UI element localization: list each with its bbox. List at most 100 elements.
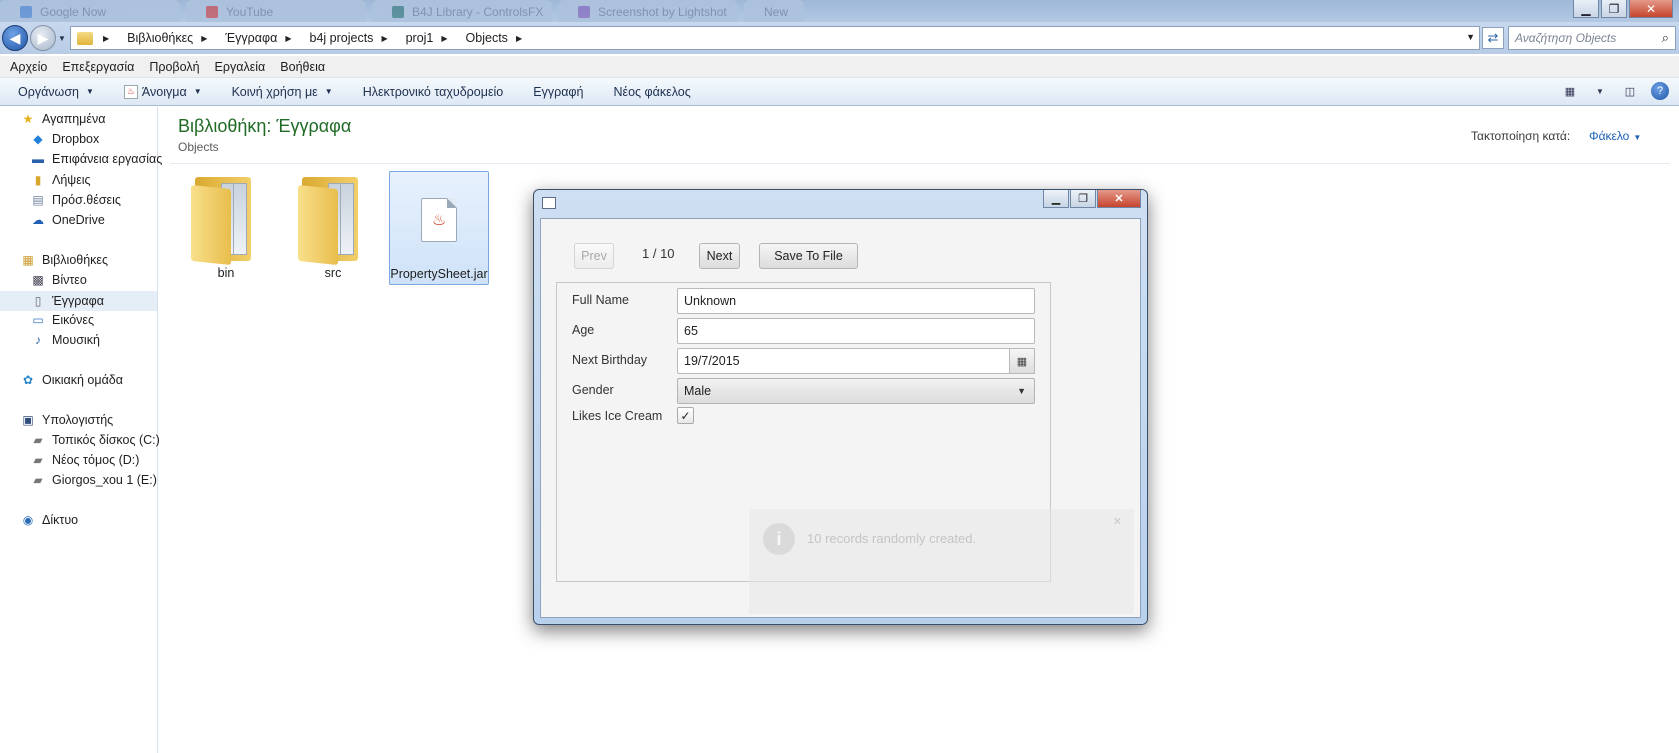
breadcrumb-root-arrow[interactable]: ▶	[103, 34, 117, 43]
chevron-down-icon: ▼	[324, 87, 333, 96]
history-dropdown-icon[interactable]: ▼	[58, 34, 66, 43]
sidebar-item-onedrive[interactable]: ☁ OneDrive	[30, 213, 105, 227]
arrange-by-label: Τακτοποίηση κατά:	[1471, 129, 1571, 143]
save-to-file-button[interactable]: Save To File	[759, 243, 858, 269]
next-birthday-field[interactable]: 19/7/2015 ▦	[677, 348, 1035, 374]
page-subtitle: Objects	[178, 140, 219, 154]
breadcrumb-proj1[interactable]: proj1 ▶	[406, 31, 456, 45]
star-icon: ★	[22, 112, 34, 126]
menu-edit[interactable]: Επεξεργασία	[62, 60, 134, 74]
burn-button[interactable]: Εγγραφή	[533, 85, 583, 99]
age-label: Age	[572, 323, 595, 337]
full-name-field[interactable]: Unknown	[677, 288, 1035, 314]
homegroup-icon: ✿	[22, 373, 34, 387]
next-button[interactable]: Next	[699, 243, 740, 269]
picture-icon: ▭	[32, 313, 44, 327]
dialog-content: Prev 1 / 10 Next Save To File Full Name …	[540, 218, 1141, 618]
hard-drive-icon: ▰	[33, 473, 43, 487]
sidebar-item-videos[interactable]: ▩ Βίντεο	[30, 273, 87, 287]
search-icon[interactable]: ⌕	[1662, 30, 1669, 46]
sidebar-item-desktop[interactable]: ▬ Επιφάνεια εργασίας	[30, 152, 162, 166]
desktop-icon: ▬	[32, 152, 44, 166]
email-button[interactable]: Ηλεκτρονικό ταχυδρομείο	[363, 85, 504, 99]
preview-pane-icon[interactable]: ◫	[1621, 82, 1639, 100]
sidebar-item-music[interactable]: ♪ Μουσική	[30, 333, 100, 347]
sidebar-item-documents[interactable]: ▯ Έγγραφα	[0, 291, 157, 311]
calendar-icon[interactable]: ▦	[1009, 348, 1035, 374]
address-bar[interactable]: ▶ Βιβλιοθήκες ▶ Έγγραφα ▶ b4j projects ▶ pr…	[70, 26, 1480, 50]
window-controls: ▁ ❐ ✕	[1573, 0, 1673, 18]
menu-file[interactable]: Αρχείο	[10, 60, 47, 74]
tab-favicon	[206, 6, 218, 18]
sidebar-item-computer[interactable]: ▣ Υπολογιστής	[20, 413, 113, 427]
tab-new[interactable]: New	[744, 0, 804, 24]
hard-drive-icon: ▰	[33, 453, 43, 467]
sidebar-item-homegroup[interactable]: ✿ Οικιακή ομάδα	[20, 373, 123, 387]
search-input[interactable]: Αναζήτηση Objects ⌕	[1508, 26, 1676, 50]
file-item-src[interactable]: src	[283, 171, 383, 285]
breadcrumb-libraries[interactable]: Βιβλιοθήκες ▶	[127, 31, 215, 45]
gender-value: Male	[684, 384, 712, 398]
forward-button[interactable]: ▶	[30, 25, 56, 51]
sidebar-item-downloads[interactable]: ▮ Λήψεις	[30, 173, 91, 187]
dialog-close-button[interactable]: ✕	[1097, 190, 1141, 208]
close-button[interactable]: ✕	[1629, 0, 1673, 18]
prev-button[interactable]: Prev	[574, 243, 614, 269]
tab-google-now[interactable]: Google Now	[0, 0, 180, 24]
menu-tools[interactable]: Εργαλεία	[215, 60, 266, 74]
help-icon[interactable]: ?	[1651, 82, 1669, 100]
gender-select[interactable]: Male ▼	[677, 378, 1035, 404]
age-field[interactable]: 65	[677, 318, 1035, 344]
likes-ice-cream-checkbox[interactable]: ✓	[677, 407, 694, 424]
breadcrumb-documents[interactable]: Έγγραφα ▶	[225, 31, 299, 45]
new-folder-button[interactable]: Νέος φάκελος	[613, 85, 690, 99]
chevron-down-icon: ▼	[1017, 386, 1026, 396]
file-item-bin[interactable]: bin	[176, 171, 276, 285]
libraries-icon: ▦	[22, 253, 34, 267]
chevron-down-icon: ▼	[1633, 133, 1642, 142]
notification-text: 10 records randomly created.	[807, 531, 977, 546]
property-sheet-window: ▁ ❐ ✕ Prev 1 / 10 Next Save To File Full…	[533, 189, 1148, 625]
sidebar-item-pictures[interactable]: ▭ Εικόνες	[30, 313, 94, 327]
arrange-by-dropdown[interactable]: Φάκελο ▼	[1589, 129, 1641, 143]
music-note-icon: ♪	[35, 333, 41, 347]
sidebar-item-recent[interactable]: ▤ Πρόσ.θέσεις	[30, 193, 121, 207]
address-dropdown-icon[interactable]: ▼	[1466, 32, 1475, 42]
organize-button[interactable]: Οργάνωση ▼	[18, 85, 94, 99]
dialog-maximize-button[interactable]: ❐	[1070, 190, 1096, 208]
next-birthday-label: Next Birthday	[572, 353, 648, 367]
downloads-folder-icon: ▮	[34, 173, 42, 187]
refresh-icon[interactable]: ⇄	[1482, 27, 1504, 49]
menu-view[interactable]: Προβολή	[149, 60, 199, 74]
folder-icon	[77, 31, 93, 45]
sidebar-item-drive-c[interactable]: ▰ Τοπικός δίσκος (C:)	[30, 433, 159, 447]
close-icon[interactable]: ✕	[1113, 515, 1122, 528]
menu-bar: Αρχείο Επεξεργασία Προβολή Εργαλεία Βοήθ…	[0, 56, 1679, 78]
page-title: Βιβλιοθήκη: Έγγραφα	[178, 116, 352, 136]
share-button[interactable]: Κοινή χρήση με ▼	[232, 85, 333, 99]
tab-lightshot[interactable]: Screenshot by Lightshot	[558, 0, 738, 24]
tab-favicon	[578, 6, 590, 18]
breadcrumb-objects[interactable]: Objects ▶	[466, 31, 531, 45]
sidebar-item-libraries[interactable]: ▦ Βιβλιοθήκες	[20, 253, 108, 267]
view-options-chevron-icon[interactable]: ▼	[1591, 82, 1609, 100]
tab-b4j-library[interactable]: B4J Library - ControlsFX	[372, 0, 552, 24]
dialog-minimize-button[interactable]: ▁	[1043, 190, 1069, 208]
change-view-icon[interactable]: ▦	[1561, 82, 1579, 100]
file-item-propertysheet-jar[interactable]: ♨ PropertySheet.jar	[389, 171, 489, 285]
sidebar-item-drive-e[interactable]: ▰ Giorgos_xou 1 (E:)	[30, 473, 157, 487]
sidebar-item-favorites[interactable]: ★ Αγαπημένα	[20, 112, 106, 126]
maximize-button[interactable]: ❐	[1601, 0, 1627, 18]
computer-icon: ▣	[22, 413, 34, 427]
back-button[interactable]: ◀	[2, 25, 28, 51]
sidebar-item-dropbox[interactable]: ◆ Dropbox	[30, 132, 99, 146]
gender-label: Gender	[572, 383, 614, 397]
breadcrumb-b4j-projects[interactable]: b4j projects ▶	[310, 31, 396, 45]
tab-youtube[interactable]: YouTube	[186, 0, 366, 24]
menu-help[interactable]: Βοήθεια	[280, 60, 325, 74]
open-button[interactable]: ♨ Άνοιγμα ▼	[123, 84, 202, 99]
sidebar-item-drive-d[interactable]: ▰ Νέος τόμος (D:)	[30, 453, 139, 467]
minimize-button[interactable]: ▁	[1573, 0, 1599, 18]
dropbox-icon: ◆	[33, 132, 43, 146]
sidebar-item-network[interactable]: ◉ Δίκτυο	[20, 513, 78, 527]
